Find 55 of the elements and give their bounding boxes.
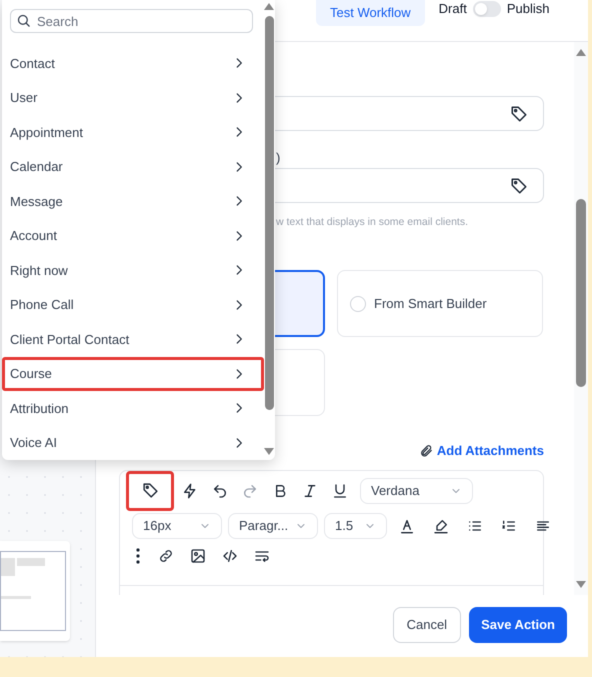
option-label: From Smart Builder (374, 294, 487, 313)
scroll-up-icon[interactable] (264, 2, 274, 10)
add-attachments-link[interactable]: Add Attachments (418, 441, 544, 460)
text-color-icon (399, 518, 415, 534)
scroll-down-icon[interactable] (576, 581, 586, 589)
tag-icon (510, 104, 528, 122)
redo-icon (242, 482, 258, 498)
publish-label: Publish (506, 0, 550, 18)
scroll-down-icon[interactable] (264, 448, 274, 456)
menu-item[interactable]: Phone Call (2, 288, 264, 322)
menu-item[interactable]: Course (2, 356, 264, 391)
radio-button[interactable] (350, 296, 366, 312)
scrollbar-thumb[interactable] (264, 16, 274, 410)
menu-item[interactable]: User (2, 80, 264, 115)
italic-icon (302, 482, 318, 498)
scrollbar-thumb[interactable] (576, 199, 586, 387)
scrollbar[interactable] (574, 42, 588, 595)
node-card[interactable] (0, 541, 70, 641)
menu-item[interactable]: Calendar (2, 150, 264, 184)
option-card[interactable]: From Smart Builder (337, 270, 543, 337)
menu-item[interactable]: Message (2, 184, 264, 218)
numbered-list-icon (501, 518, 517, 534)
highlighter-icon (433, 518, 449, 534)
menu-item[interactable]: Right now (2, 253, 264, 288)
underline-icon (332, 482, 348, 498)
tag-icon (142, 482, 158, 499)
more-icon (136, 548, 140, 564)
tag-button[interactable] (126, 470, 174, 510)
link-icon (158, 548, 174, 564)
test-workflow-button[interactable]: Test Workflow (316, 0, 425, 26)
scroll-up-icon[interactable] (576, 48, 586, 56)
search-icon (16, 13, 31, 28)
draft-label: Draft (438, 0, 467, 18)
publish-toggle[interactable] (472, 1, 501, 17)
save-action-button[interactable]: Save Action (469, 607, 567, 643)
block-type-select[interactable]: Paragr... (228, 512, 318, 538)
code-icon (222, 548, 238, 564)
font-select[interactable]: Verdana (360, 478, 473, 504)
menu-item[interactable]: Contact (2, 46, 264, 80)
paperclip-icon (418, 444, 433, 458)
menu-item[interactable]: Attribution (2, 391, 264, 426)
helper-text: w text that displays in some email clients. (276, 216, 468, 228)
field-label: ) (276, 150, 280, 165)
cancel-button[interactable]: Cancel (392, 607, 462, 643)
search-field[interactable]: Search (10, 9, 253, 33)
tag-icon (510, 176, 528, 194)
menu-item[interactable]: Account (2, 218, 264, 253)
image-icon (190, 548, 206, 564)
undo-icon (212, 482, 228, 498)
lightning-icon (182, 482, 198, 498)
menu-item[interactable]: Voice AI (2, 426, 264, 460)
line-height-select[interactable]: 1.5 (324, 512, 387, 538)
font-size-select[interactable]: 16px (132, 512, 222, 538)
menu-item[interactable]: Client Portal Contact (2, 322, 264, 356)
menu-item[interactable]: Appointment (2, 115, 264, 150)
